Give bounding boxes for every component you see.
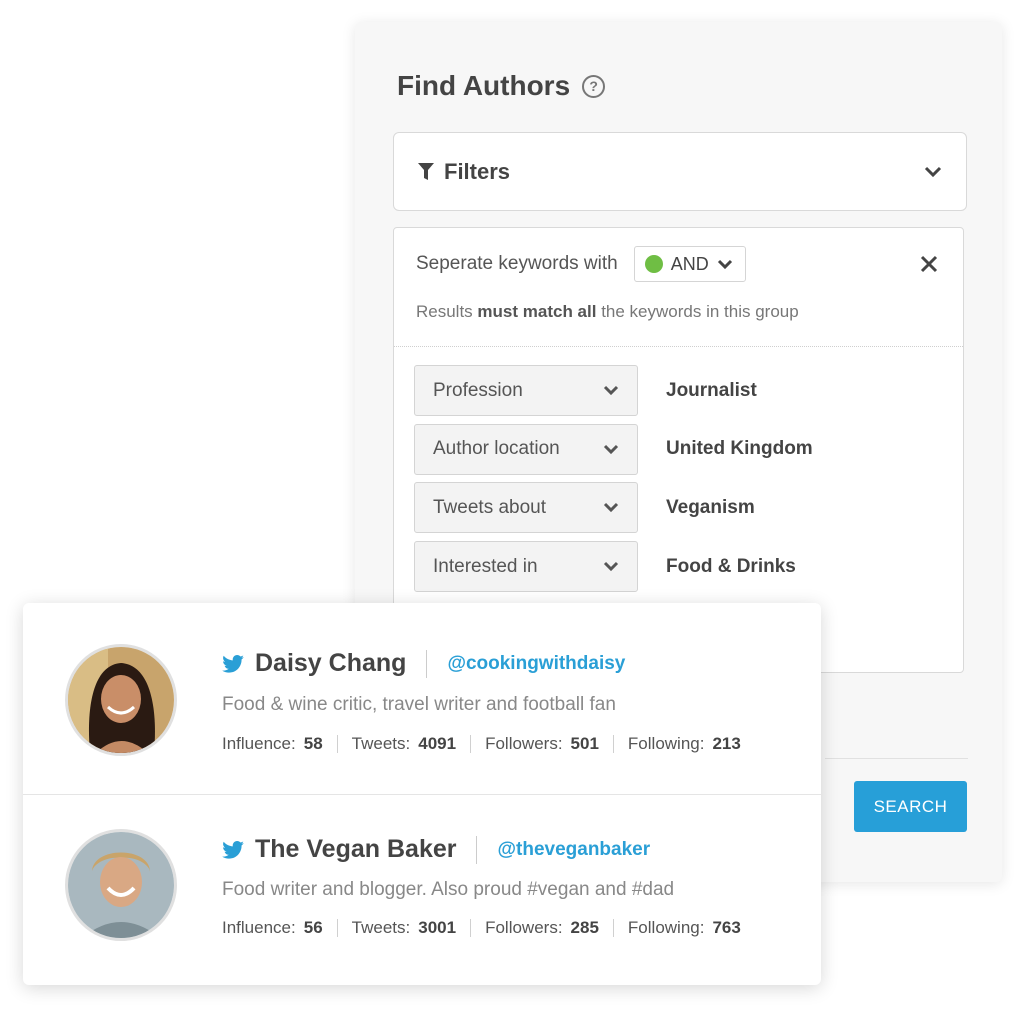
author-name-row: Daisy Chang @cookingwithdaisy <box>222 649 625 678</box>
criteria-field-select[interactable]: Interested in <box>414 541 638 593</box>
stat-value: 763 <box>712 918 741 937</box>
avatar-photo <box>68 832 174 938</box>
criteria-field: Tweets about <box>433 496 547 518</box>
criteria-field: Profession <box>433 379 523 401</box>
divider <box>476 835 478 864</box>
divider <box>336 919 338 937</box>
chevron-down-icon <box>603 444 619 454</box>
author-results: Daisy Chang @cookingwithdaisy Food & win… <box>23 603 821 985</box>
stat-value: 285 <box>570 918 599 937</box>
stat-label: Followers: <box>485 918 563 937</box>
stat-following: Following: 763 <box>628 918 741 938</box>
stat-label: Tweets: <box>351 734 411 753</box>
keyword-operator-row: Seperate keywords with AND <box>416 246 746 282</box>
author-stats: Influence: 56 Tweets: 3001 Followers: 285 F… <box>222 918 741 938</box>
divider <box>426 649 428 678</box>
criteria-field: Author location <box>433 438 560 460</box>
stat-label: Following: <box>627 734 705 753</box>
chevron-down-icon <box>603 562 619 572</box>
divider <box>470 919 472 937</box>
note-bold: must match all <box>477 302 597 321</box>
criteria-value: Journalist <box>666 379 757 401</box>
author-handle[interactable]: @theveganbaker <box>497 839 650 861</box>
stat-label: Following: <box>627 918 705 937</box>
criteria-field-select[interactable]: Tweets about <box>414 482 638 534</box>
author-handle[interactable]: @cookingwithdaisy <box>447 653 625 675</box>
stat-influence: Influence: 56 <box>222 918 323 938</box>
author-name[interactable]: Daisy Chang <box>255 649 406 678</box>
author-stats: Influence: 58 Tweets: 4091 Followers: 501 F… <box>222 734 741 754</box>
stat-following: Following: 213 <box>628 734 741 754</box>
twitter-icon <box>222 654 244 673</box>
criteria-field-select[interactable]: Profession <box>414 365 638 416</box>
note-prefix: Results <box>416 302 473 321</box>
chevron-down-icon <box>924 166 942 177</box>
criteria-row: Author location United Kingdom <box>414 423 813 475</box>
stat-label: Followers: <box>485 734 563 753</box>
chevron-down-icon <box>717 259 732 269</box>
criteria-field-select[interactable]: Author location <box>414 423 638 475</box>
panel-title: Find Authors ? <box>397 70 606 102</box>
criteria-field: Interested in <box>433 555 538 577</box>
divider <box>825 758 968 759</box>
twitter-icon <box>222 840 244 859</box>
criteria-row: Interested in Food & Drinks <box>414 541 813 593</box>
stat-value: 4091 <box>418 734 457 753</box>
stat-tweets: Tweets: 4091 <box>352 734 456 754</box>
divider <box>470 735 472 753</box>
stat-value: 58 <box>303 734 323 753</box>
criteria-value: Food & Drinks <box>666 555 796 577</box>
author-card[interactable]: Daisy Chang @cookingwithdaisy Food & win… <box>23 603 821 794</box>
criteria-value: Veganism <box>666 496 755 518</box>
stat-value: 213 <box>712 734 741 753</box>
keyword-label: Seperate keywords with <box>416 253 618 274</box>
operator-value: AND <box>670 253 709 274</box>
criteria-value: United Kingdom <box>666 438 813 460</box>
operator-select[interactable]: AND <box>633 246 746 282</box>
stat-followers: Followers: 501 <box>485 734 599 754</box>
group-note: Results must match all the keywords in t… <box>416 302 799 322</box>
chevron-down-icon <box>603 385 619 396</box>
note-suffix: the keywords in this group <box>601 302 799 321</box>
filters-toggle[interactable]: Filters <box>393 132 967 211</box>
stat-value: 501 <box>570 734 599 753</box>
stat-label: Influence: <box>222 734 296 753</box>
author-bio: Food writer and blogger. Also proud #veg… <box>222 879 675 900</box>
author-name-row: The Vegan Baker @theveganbaker <box>222 835 650 864</box>
divider <box>612 735 614 753</box>
stat-label: Tweets: <box>351 918 411 937</box>
stat-followers: Followers: 285 <box>485 918 599 938</box>
criteria-list: Profession Journalist Author location Un… <box>414 365 813 600</box>
avatar-photo <box>68 647 174 753</box>
close-icon[interactable] <box>919 254 939 274</box>
criteria-row: Profession Journalist <box>414 365 813 416</box>
stat-label: Influence: <box>222 918 296 937</box>
divider <box>612 919 614 937</box>
author-card[interactable]: The Vegan Baker @theveganbaker Food writ… <box>23 794 821 985</box>
status-dot-icon <box>644 255 663 273</box>
avatar[interactable] <box>65 644 177 756</box>
help-icon[interactable]: ? <box>582 74 606 98</box>
divider <box>394 346 963 347</box>
stat-value: 3001 <box>418 918 457 937</box>
filters-label: Filters <box>444 158 511 184</box>
criteria-row: Tweets about Veganism <box>414 482 813 534</box>
author-bio: Food & wine critic, travel writer and fo… <box>222 694 616 715</box>
stat-tweets: Tweets: 3001 <box>352 918 456 938</box>
panel-title-text: Find Authors <box>397 70 571 101</box>
stage: Find Authors ? Filters Seperate keywords… <box>0 0 1024 1010</box>
stat-influence: Influence: 58 <box>222 734 323 754</box>
avatar[interactable] <box>65 829 177 941</box>
divider <box>336 735 338 753</box>
search-button[interactable]: SEARCH <box>854 781 967 832</box>
stat-value: 56 <box>303 918 323 937</box>
author-name[interactable]: The Vegan Baker <box>255 835 456 864</box>
chevron-down-icon <box>603 503 619 513</box>
filter-icon <box>418 162 434 180</box>
